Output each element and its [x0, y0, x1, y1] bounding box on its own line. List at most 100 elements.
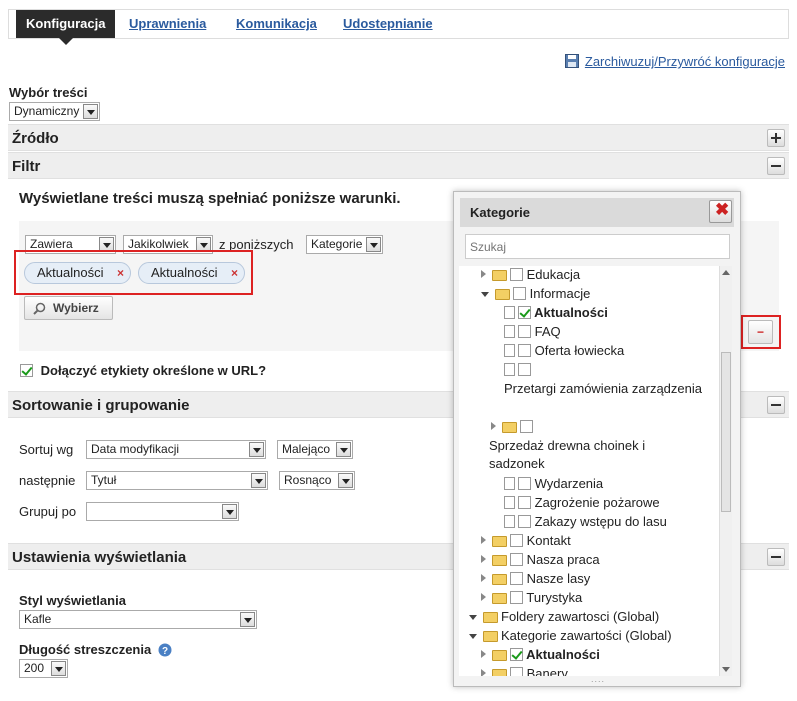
tab-bar: Konfiguracja Uprawnienia Komunikacja Udo… [8, 9, 789, 45]
tree-scrollbar[interactable] [719, 266, 732, 676]
tab-label: Konfiguracja [26, 16, 106, 31]
tree-item-label: Foldery zawartosci (Global) [501, 609, 660, 624]
svg-text:?: ? [162, 646, 168, 657]
resize-grip-icon[interactable]: .... [591, 674, 605, 684]
then-direction-select[interactable]: Rosnąco [279, 471, 355, 490]
tab-konfiguracja[interactable]: Konfiguracja [16, 10, 116, 45]
expand-arrow-icon[interactable] [481, 593, 486, 601]
tree-checkbox[interactable] [518, 496, 531, 509]
tree-item-przetargi[interactable]: Przetargi zamówienia zarządzenia [504, 380, 704, 398]
tree-item-edukacja[interactable]: Edukacja [481, 266, 580, 284]
expand-arrow-icon[interactable] [481, 536, 486, 544]
tree-checkbox[interactable] [518, 363, 531, 376]
dialog-title: Kategorie [470, 205, 530, 220]
include-url-tags-row[interactable]: Dołączyć etykiety określone w URL? [20, 363, 266, 378]
tree-item-nasze-lasy[interactable]: Nasze lasy [481, 570, 590, 588]
tree-item-nasza-praca[interactable]: Nasza praca [481, 551, 600, 569]
tab-komunikacja[interactable]: Komunikacja [236, 10, 317, 38]
tree-item-label: Kategorie zawartości (Global) [501, 628, 672, 643]
then-by-value: Tytuł [91, 473, 117, 487]
collapse-arrow-icon[interactable] [469, 634, 477, 639]
tab-udostepnianie[interactable]: Udostepnianie [343, 10, 433, 38]
tree-item-zakazy[interactable]: Zakazy wstępu do lasu [504, 513, 667, 531]
scroll-down-arrow-icon[interactable] [722, 667, 730, 672]
tree-checkbox[interactable] [510, 268, 523, 281]
sort-by-select[interactable]: Data modyfikacji [86, 440, 266, 459]
group-by-select[interactable] [86, 502, 239, 521]
tree-item-foldery[interactable]: Foldery zawartosci (Global) [469, 608, 659, 626]
tree-checkbox[interactable] [510, 572, 523, 585]
condition-category-select[interactable]: Kategorie [306, 235, 383, 254]
close-button[interactable]: ✖ [709, 200, 732, 223]
tree-checkbox[interactable] [510, 534, 523, 547]
archive-restore-link[interactable]: Zarchiwuzuj/Przywróć konfiguracje [564, 54, 785, 69]
expand-arrow-icon[interactable] [481, 555, 486, 563]
filter-section-header[interactable]: Filtr [8, 152, 789, 179]
tree-checkbox[interactable] [513, 287, 526, 300]
tab-uprawnienia[interactable]: Uprawnienia [129, 10, 206, 38]
tree-item-kategorie[interactable]: Kategorie zawartości (Global) [469, 627, 672, 645]
select-categories-button[interactable]: Wybierz [24, 296, 113, 320]
tree-item-banery[interactable]: Banery [481, 665, 568, 676]
tree-item-aktualnosci-global[interactable]: Aktualności [481, 646, 600, 664]
category-tree: Edukacja Informacje Aktualności FAQ Ofer… [459, 266, 719, 676]
tree-item-turystyka[interactable]: Turystyka [481, 589, 582, 607]
document-icon [504, 363, 515, 376]
tree-item-informacje[interactable]: Informacje [481, 285, 590, 303]
tree-item-zagrozenie[interactable]: Zagrożenie pożarowe [504, 494, 660, 512]
tree-item-przetargi-icons[interactable] [504, 361, 531, 379]
tree-checkbox[interactable] [518, 325, 531, 338]
scroll-up-arrow-icon[interactable] [722, 270, 730, 275]
tree-item-label: Edukacja [526, 267, 581, 282]
collapse-minus-icon[interactable] [767, 548, 785, 566]
sort-by-value: Data modyfikacji [91, 442, 180, 456]
chevron-down-icon [240, 612, 255, 627]
category-search-input[interactable] [465, 234, 730, 259]
document-icon [504, 477, 515, 490]
collapse-arrow-icon[interactable] [469, 615, 477, 620]
collapse-arrow-icon[interactable] [481, 292, 489, 297]
tree-item-sprzedaz[interactable]: Sprzedaż drewna choinek i sadzonek [489, 437, 699, 473]
section-title: Źródło [12, 130, 59, 147]
abstract-length-select[interactable]: 200 [19, 659, 68, 678]
collapse-minus-icon[interactable] [767, 157, 785, 175]
tree-item-kontakt[interactable]: Kontakt [481, 532, 571, 550]
expand-arrow-icon[interactable] [481, 669, 486, 676]
tree-checkbox[interactable] [520, 420, 533, 433]
expand-arrow-icon[interactable] [481, 650, 486, 658]
sort-direction-select[interactable]: Malejąco [277, 440, 353, 459]
open-folder-icon [483, 631, 498, 642]
source-section-header[interactable]: Źródło [8, 124, 789, 151]
help-icon[interactable]: ? [158, 643, 172, 657]
collapse-minus-icon[interactable] [767, 396, 785, 414]
tree-checkbox[interactable] [518, 477, 531, 490]
document-icon [504, 344, 515, 357]
tree-item-aktualnosci[interactable]: Aktualności [504, 304, 608, 322]
tree-item-faq[interactable]: FAQ [504, 323, 561, 341]
dialog-header[interactable]: Kategorie ✖ [460, 198, 734, 227]
tree-checkbox-checked[interactable] [518, 306, 531, 319]
select-button-label: Wybierz [53, 301, 99, 315]
expand-arrow-icon[interactable] [481, 270, 486, 278]
tree-item-sprzedaz-icons[interactable] [491, 418, 533, 436]
tree-item-wydarzenia[interactable]: Wydarzenia [504, 475, 603, 493]
include-url-tags-checkbox[interactable] [20, 364, 33, 377]
tree-checkbox[interactable] [518, 344, 531, 357]
expand-arrow-icon[interactable] [491, 422, 496, 430]
tree-checkbox[interactable] [518, 515, 531, 528]
chevron-down-icon [251, 473, 266, 488]
document-icon [504, 496, 515, 509]
expand-plus-icon[interactable] [767, 129, 785, 147]
tree-checkbox[interactable] [510, 591, 523, 604]
tree-item-oferta[interactable]: Oferta łowiecka [504, 342, 624, 360]
tree-item-label: Turystyka [526, 590, 583, 605]
scrollbar-thumb[interactable] [721, 352, 731, 512]
content-choice-select[interactable]: Dynamiczny [9, 102, 100, 121]
tree-checkbox[interactable] [510, 553, 523, 566]
then-by-select[interactable]: Tytuł [86, 471, 268, 490]
remove-condition-button[interactable]: − [748, 320, 773, 344]
tree-checkbox[interactable] [510, 667, 523, 676]
expand-arrow-icon[interactable] [481, 574, 486, 582]
tree-checkbox-checked[interactable] [510, 648, 523, 661]
display-style-select[interactable]: Kafle [19, 610, 257, 629]
